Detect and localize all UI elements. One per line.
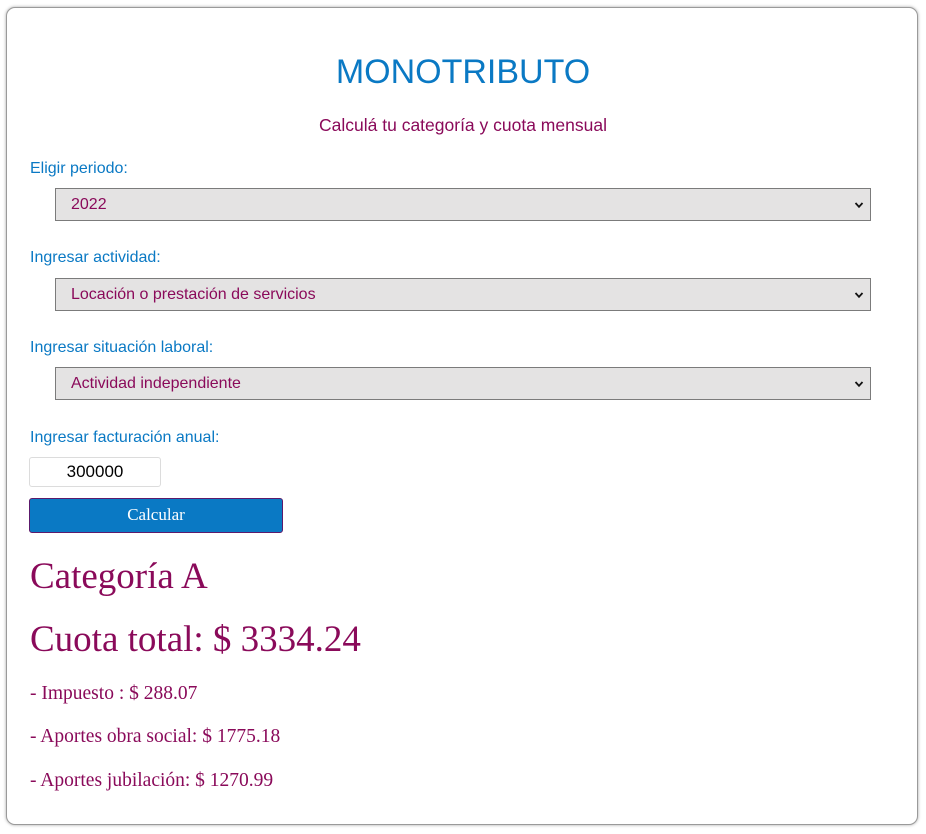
actividad-select[interactable]: Locación o prestación de servicios [55,278,871,311]
result-impuesto: - Impuesto : $ 288.07 [30,683,198,704]
facturacion-input[interactable]: 300000 [29,457,161,487]
chevron-down-icon [854,381,864,388]
periodo-selected-value: 2022 [71,196,107,213]
situacion-selected-value: Actividad independiente [71,375,241,392]
chevron-down-icon [854,202,864,209]
chevron-down-icon [854,292,864,299]
periodo-select[interactable]: 2022 [55,188,871,221]
page-title: MONOTRIBUTO [335,53,591,91]
result-cuota-total: Cuota total: $ 3334.24 [30,619,361,660]
result-categoria: Categoría A [30,556,208,597]
actividad-label: Ingresar actividad: [30,249,161,266]
result-jubilacion: - Aportes jubilación: $ 1270.99 [30,770,274,791]
result-obra-social: - Aportes obra social: $ 1775.18 [30,726,281,747]
facturacion-label: Ingresar facturación anual: [30,429,220,446]
calcular-button[interactable]: Calcular [29,498,283,533]
situacion-label: Ingresar situación laboral: [30,339,214,356]
situacion-select[interactable]: Actividad independiente [55,367,871,400]
actividad-selected-value: Locación o prestación de servicios [71,286,316,303]
page-subtitle: Calculá tu categoría y cuota mensual [319,115,607,135]
periodo-label: Eligir periodo: [30,160,128,177]
